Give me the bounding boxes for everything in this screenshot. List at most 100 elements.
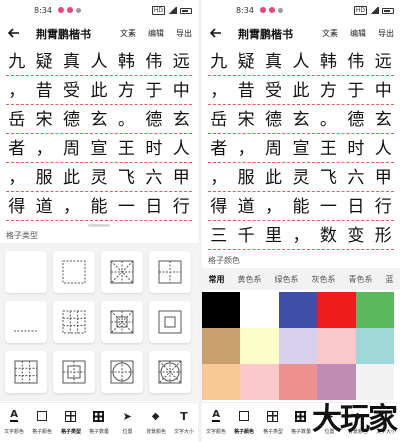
grid-type-option-nine-grid[interactable] bbox=[5, 351, 47, 393]
calligraphy-canvas[interactable]: 九疑真人韩伟远，昔受此方于中岳宋德玄。德玄者，周宣王时人，服此灵飞六甲得道，能一… bbox=[202, 50, 400, 253]
back-arrow-icon[interactable] bbox=[6, 25, 22, 41]
color-tab[interactable]: 灰色系 bbox=[312, 274, 336, 285]
bg-color-icon: ◆ bbox=[151, 410, 160, 422]
calligraphy-char: 服 bbox=[35, 168, 53, 188]
circle-mi-icon bbox=[110, 360, 134, 384]
toolbar-grid-type-button[interactable]: 格子类型 bbox=[261, 409, 285, 435]
calligraphy-canvas[interactable]: 九疑真人韩伟远，昔受此方于中岳宋德玄。德玄者，周宣王时人，服此灵飞六甲得道，能一… bbox=[0, 50, 198, 224]
status-bar: 8:34 HD bbox=[0, 0, 198, 20]
color-swatch[interactable] bbox=[355, 292, 394, 328]
calligraphy-row: 三千里 ， 数变形 bbox=[202, 224, 400, 253]
calligraphy-char: 周 bbox=[265, 139, 283, 159]
export-action-button[interactable]: 导出 bbox=[176, 28, 192, 39]
calligraphy-char: 德 bbox=[145, 110, 163, 130]
toolbar-position-button[interactable]: ➤ 位置 bbox=[115, 409, 139, 435]
grid-type-option-square-dashed[interactable] bbox=[53, 251, 95, 293]
color-swatch[interactable] bbox=[278, 328, 318, 364]
color-swatch[interactable] bbox=[317, 328, 356, 364]
toolbar-text-size-button[interactable]: T 文字大小 bbox=[374, 409, 398, 435]
grid-type-option-inner-square[interactable] bbox=[149, 301, 191, 343]
calligraphy-row: 九疑真人韩伟远 bbox=[202, 50, 400, 79]
calligraphy-char: 日 bbox=[145, 197, 163, 217]
toolbar-text-color-button[interactable]: A 文字颜色 bbox=[204, 409, 228, 435]
grid-type-icon bbox=[64, 409, 78, 423]
calligraphy-char: 受 bbox=[63, 81, 81, 101]
calligraphy-char: ， bbox=[265, 197, 283, 217]
bg-color-icon: ◆ bbox=[353, 410, 362, 422]
color-swatch[interactable] bbox=[355, 364, 394, 400]
color-swatch[interactable] bbox=[317, 292, 356, 328]
toolbar-grid-count-button[interactable]: 格子数量 bbox=[87, 409, 111, 435]
color-swatch[interactable] bbox=[240, 364, 279, 400]
color-tab[interactable]: 青色系 bbox=[349, 274, 373, 285]
color-swatch[interactable] bbox=[202, 364, 241, 400]
toolbar-text-size-button[interactable]: T 文字大小 bbox=[172, 409, 196, 435]
edit-action-button[interactable]: 编辑 bbox=[350, 28, 366, 39]
tian-grid-icon bbox=[158, 260, 182, 284]
calligraphy-char: ， bbox=[210, 81, 228, 101]
color-swatch[interactable] bbox=[240, 328, 279, 364]
toolbar-grid-color-button[interactable]: 格子颜色 bbox=[232, 409, 256, 435]
toolbar-bg-color-button[interactable]: ◆ 背景颜色 bbox=[144, 409, 168, 435]
color-tab[interactable]: 绿色系 bbox=[275, 274, 299, 285]
calligraphy-char: 中 bbox=[374, 81, 392, 101]
grid-type-option-hui-grid[interactable] bbox=[53, 351, 95, 393]
calligraphy-char: 此 bbox=[90, 81, 108, 101]
color-swatch[interactable] bbox=[278, 292, 318, 328]
calligraphy-char: 宣 bbox=[90, 139, 108, 159]
toolbar-grid-color-button[interactable]: 格子颜色 bbox=[30, 409, 54, 435]
grid-type-option-circle-tian[interactable] bbox=[149, 351, 191, 393]
left-screen: 8:34 HD 荆霄鹏楷书 文素 编辑 导出 九疑真人韩伟远，昔受此方于中岳宋德… bbox=[0, 0, 198, 442]
toolbar-grid-type-button[interactable]: 格子类型 bbox=[59, 409, 83, 435]
drag-handle[interactable] bbox=[88, 224, 110, 227]
text-color-icon: A bbox=[10, 409, 19, 422]
color-tab[interactable]: 蓝 bbox=[386, 274, 394, 285]
color-swatch[interactable] bbox=[202, 292, 241, 328]
grid-type-option-dot-grid[interactable] bbox=[53, 301, 95, 343]
grid-type-option-blank[interactable] bbox=[5, 251, 47, 293]
edit-action-button[interactable]: 编辑 bbox=[148, 28, 164, 39]
calligraphy-char: 远 bbox=[172, 52, 190, 72]
color-tab[interactable]: 黄色系 bbox=[238, 274, 262, 285]
toolbar-grid-count-button[interactable]: 格子数量 bbox=[289, 409, 313, 435]
color-swatch[interactable] bbox=[278, 364, 318, 400]
calligraphy-char: 时 bbox=[145, 139, 163, 159]
calligraphy-char: 数 bbox=[319, 226, 337, 246]
grid-type-option-tian-grid[interactable] bbox=[149, 251, 191, 293]
app-notification-icon bbox=[67, 7, 73, 13]
toolbar-label: 位置 bbox=[324, 429, 335, 435]
calligraphy-char: 德 bbox=[347, 110, 365, 130]
grid-count-icon bbox=[294, 409, 308, 423]
color-swatch[interactable] bbox=[355, 328, 394, 364]
font-action-button[interactable]: 文素 bbox=[120, 28, 136, 39]
grid-type-option-underline[interactable] bbox=[5, 301, 47, 343]
app-bar: 荆霄鹏楷书 文素 编辑 导出 bbox=[202, 22, 400, 44]
color-swatch[interactable] bbox=[240, 292, 279, 328]
grid-type-option-circle-mi[interactable] bbox=[101, 351, 143, 393]
calligraphy-char: 六 bbox=[145, 168, 163, 188]
toolbar-text-color-button[interactable]: A 文字颜色 bbox=[2, 409, 26, 435]
toolbar-bg-color-button[interactable]: ◆ 背景颜色 bbox=[346, 409, 370, 435]
calligraphy-char: 一 bbox=[319, 197, 337, 217]
color-swatch[interactable] bbox=[317, 364, 356, 400]
signal-icon bbox=[370, 7, 379, 14]
toolbar-label: 格子颜色 bbox=[234, 429, 255, 435]
calligraphy-char: 玄 bbox=[292, 110, 310, 130]
app-notification-icon bbox=[58, 7, 64, 13]
toolbar-label: 格子数量 bbox=[89, 429, 109, 435]
calligraphy-char: 千 bbox=[237, 226, 255, 246]
grid-type-option-mi-grid[interactable] bbox=[101, 251, 143, 293]
back-arrow-icon[interactable] bbox=[208, 25, 224, 41]
font-action-button[interactable]: 文素 bbox=[322, 28, 338, 39]
calligraphy-char: ， bbox=[35, 139, 53, 159]
color-tab[interactable]: 常用 bbox=[209, 274, 225, 285]
grid-type-option-mi-hui-grid[interactable] bbox=[101, 301, 143, 343]
toolbar-position-button[interactable]: ➤ 位置 bbox=[317, 409, 341, 435]
calligraphy-char: 疑 bbox=[237, 52, 255, 72]
calligraphy-char: 者 bbox=[210, 139, 228, 159]
calligraphy-char: ， bbox=[210, 168, 228, 188]
page-title: 荆霄鹏楷书 bbox=[36, 28, 91, 41]
export-action-button[interactable]: 导出 bbox=[378, 28, 394, 39]
text-color-icon: A bbox=[212, 409, 221, 422]
color-swatch[interactable] bbox=[202, 328, 241, 364]
